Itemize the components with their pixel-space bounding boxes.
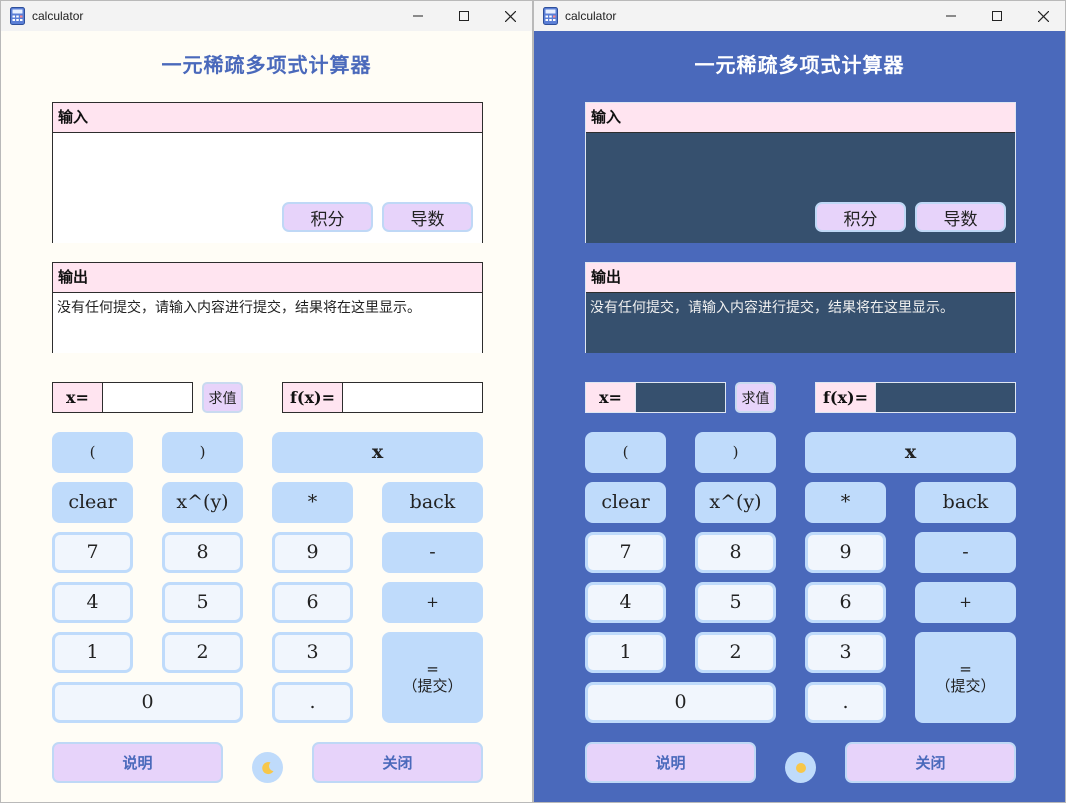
key-multiply[interactable]: *: [272, 482, 353, 523]
equals-label: =: [426, 660, 439, 678]
output-label: 输出: [586, 263, 1015, 293]
key-dot[interactable]: .: [805, 682, 886, 723]
key-9[interactable]: 9: [272, 532, 353, 573]
calculator-window-dark: calculator 一元稀疏多项式计算器 输入 积分 导数 输出 没有任何提交…: [533, 0, 1066, 803]
minimize-button[interactable]: [395, 1, 441, 31]
key-6[interactable]: 6: [805, 582, 886, 623]
moon-icon: [261, 761, 273, 774]
fx-result-field: [342, 382, 483, 413]
submit-label: （提交）: [402, 676, 463, 695]
input-label: 输入: [53, 103, 482, 133]
close-button[interactable]: 关闭: [312, 742, 483, 783]
key-2[interactable]: 2: [695, 632, 776, 673]
calculator-app-icon: [10, 7, 25, 25]
key-dot[interactable]: .: [272, 682, 353, 723]
close-window-button[interactable]: [1020, 1, 1065, 31]
output-text: 没有任何提交，请输入内容进行提交，结果将在这里显示。: [53, 293, 482, 353]
key-1[interactable]: 1: [52, 632, 133, 673]
key-minus[interactable]: -: [915, 532, 1016, 573]
window-title: calculator: [32, 9, 84, 23]
integral-button[interactable]: 积分: [815, 202, 906, 232]
close-window-button[interactable]: [487, 1, 532, 31]
close-button[interactable]: 关闭: [845, 742, 1016, 783]
key-minus[interactable]: -: [382, 532, 483, 573]
key-5[interactable]: 5: [162, 582, 243, 623]
minimize-icon: [413, 15, 423, 17]
key-2[interactable]: 2: [162, 632, 243, 673]
output-panel: 输出 没有任何提交，请输入内容进行提交，结果将在这里显示。: [52, 262, 483, 353]
key-3[interactable]: 3: [272, 632, 353, 673]
sun-icon: [795, 762, 806, 773]
x-label: x=: [585, 382, 636, 413]
input-label: 输入: [586, 103, 1015, 133]
key-backspace[interactable]: back: [382, 482, 483, 523]
page-title: 一元稀疏多项式计算器: [161, 53, 372, 77]
key-clear[interactable]: clear: [52, 482, 133, 523]
title-bar[interactable]: calculator: [534, 1, 1065, 31]
key-9[interactable]: 9: [805, 532, 886, 573]
key-8[interactable]: 8: [695, 532, 776, 573]
key-5[interactable]: 5: [695, 582, 776, 623]
fx-result-field: [875, 382, 1016, 413]
theme-toggle-button[interactable]: [785, 752, 816, 783]
key-7[interactable]: 7: [585, 532, 666, 573]
key-7[interactable]: 7: [52, 532, 133, 573]
key-power[interactable]: x^(y): [162, 482, 243, 523]
key-x[interactable]: x: [272, 432, 483, 473]
close-icon: [1037, 10, 1049, 22]
title-bar[interactable]: calculator: [1, 1, 532, 31]
key-multiply[interactable]: *: [805, 482, 886, 523]
x-value-input[interactable]: [635, 382, 726, 413]
output-panel: 输出 没有任何提交，请输入内容进行提交，结果将在这里显示。: [585, 262, 1016, 353]
key-plus[interactable]: +: [915, 582, 1016, 623]
key-3[interactable]: 3: [805, 632, 886, 673]
evaluate-button[interactable]: 求值: [202, 382, 243, 413]
key-0[interactable]: 0: [585, 682, 776, 723]
key-left-paren[interactable]: (: [52, 432, 133, 473]
output-label: 输出: [53, 263, 482, 293]
page-title: 一元稀疏多项式计算器: [694, 53, 905, 77]
minimize-icon: [946, 15, 956, 17]
derivative-button[interactable]: 导数: [382, 202, 473, 232]
key-right-paren[interactable]: ): [162, 432, 243, 473]
key-equals-submit[interactable]: = （提交）: [382, 632, 483, 723]
x-label: x=: [52, 382, 103, 413]
minimize-button[interactable]: [928, 1, 974, 31]
maximize-icon: [992, 11, 1002, 21]
key-left-paren[interactable]: (: [585, 432, 666, 473]
derivative-button[interactable]: 导数: [915, 202, 1006, 232]
close-icon: [504, 10, 516, 22]
key-plus[interactable]: +: [382, 582, 483, 623]
key-x[interactable]: x: [805, 432, 1016, 473]
x-value-input[interactable]: [102, 382, 193, 413]
maximize-button[interactable]: [441, 1, 487, 31]
fx-label: f(x)=: [282, 382, 343, 413]
maximize-icon: [459, 11, 469, 21]
key-0[interactable]: 0: [52, 682, 243, 723]
evaluate-button[interactable]: 求值: [735, 382, 776, 413]
output-text: 没有任何提交，请输入内容进行提交，结果将在这里显示。: [586, 293, 1015, 353]
key-equals-submit[interactable]: = （提交）: [915, 632, 1016, 723]
help-button[interactable]: 说明: [585, 742, 756, 783]
key-4[interactable]: 4: [585, 582, 666, 623]
maximize-button[interactable]: [974, 1, 1020, 31]
key-8[interactable]: 8: [162, 532, 243, 573]
key-1[interactable]: 1: [585, 632, 666, 673]
help-button[interactable]: 说明: [52, 742, 223, 783]
key-clear[interactable]: clear: [585, 482, 666, 523]
calculator-app-icon: [543, 7, 558, 25]
key-right-paren[interactable]: ): [695, 432, 776, 473]
key-power[interactable]: x^(y): [695, 482, 776, 523]
key-6[interactable]: 6: [272, 582, 353, 623]
submit-label: （提交）: [935, 676, 996, 695]
equals-label: =: [959, 660, 972, 678]
integral-button[interactable]: 积分: [282, 202, 373, 232]
theme-toggle-button[interactable]: [252, 752, 283, 783]
calculator-window-light: calculator 一元稀疏多项式计算器 输入 积分 导数 输出 没有任何提交…: [0, 0, 533, 803]
key-backspace[interactable]: back: [915, 482, 1016, 523]
window-title: calculator: [565, 9, 617, 23]
fx-label: f(x)=: [815, 382, 876, 413]
key-4[interactable]: 4: [52, 582, 133, 623]
